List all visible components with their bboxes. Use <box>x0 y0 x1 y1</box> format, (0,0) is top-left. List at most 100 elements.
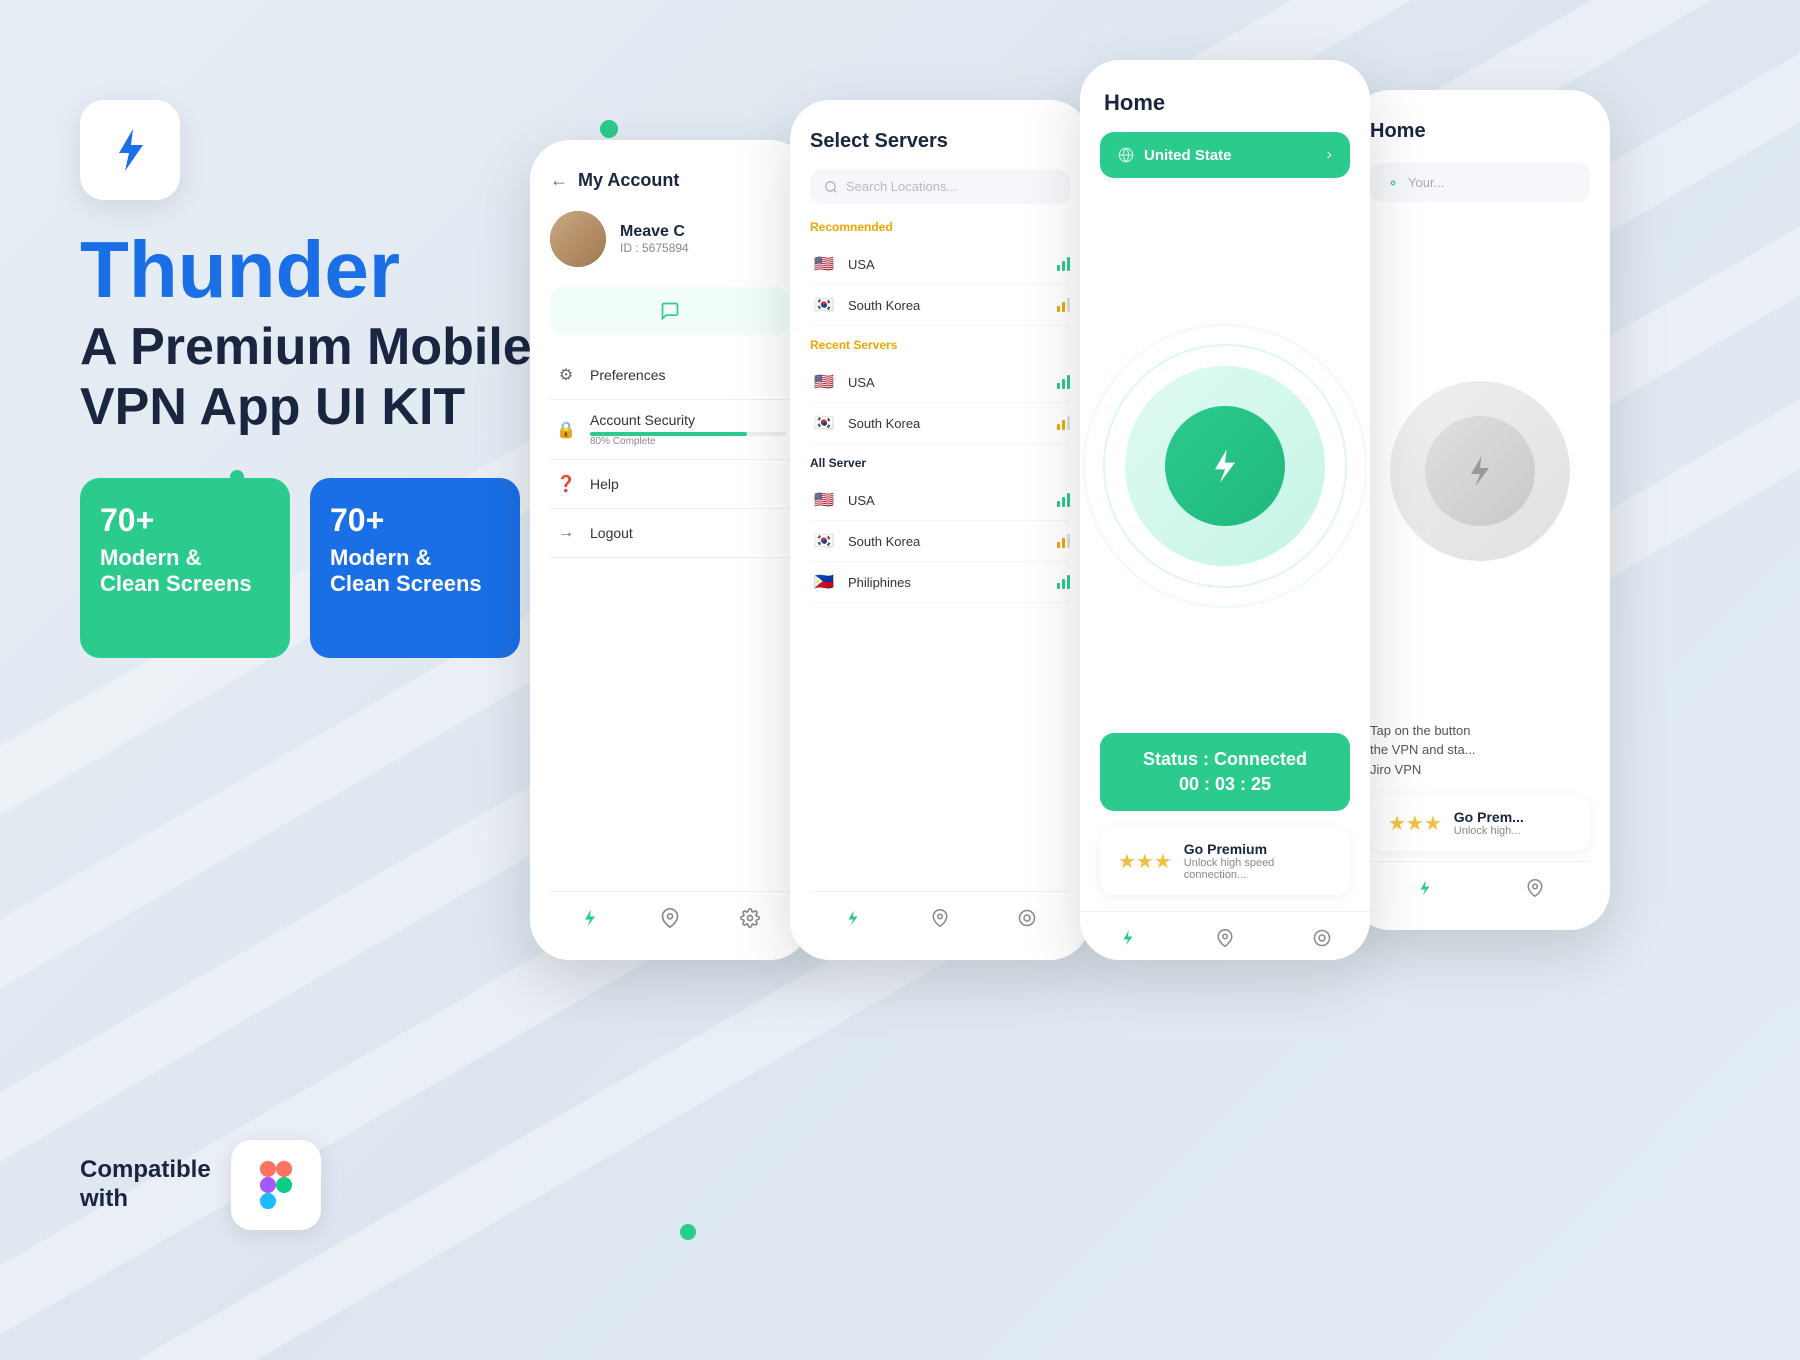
signal-high-4 <box>1057 575 1070 589</box>
server-philippines[interactable]: 🇵🇭 Philiphines <box>810 562 1070 603</box>
premium-info: Go Premium Unlock high speed connection.… <box>1184 841 1332 881</box>
compatible-label: Compatiblewith <box>80 1156 211 1214</box>
content-wrapper: Thunder A Premium MobileVPN App UI KIT 7… <box>0 0 1800 1360</box>
signal-medium-1 <box>1057 298 1070 312</box>
compatible-section: Compatiblewith <box>80 1140 321 1230</box>
nav-bolt-4[interactable] <box>1413 876 1437 900</box>
server-name-usa-2: USA <box>848 375 1047 390</box>
desc-text: Tap on the buttonthe VPN and sta...Jiro … <box>1370 721 1590 780</box>
outer-ring <box>1125 366 1325 566</box>
profile-info: Meave C ID : 5675894 <box>620 223 689 255</box>
phone-my-account: ← My Account Meave C ID : 5675894 <box>530 140 810 960</box>
go-premium-btn[interactable]: ★★★ Go Premium Unlock high speed connect… <box>1100 827 1350 895</box>
nav-settings-3[interactable] <box>1310 926 1334 950</box>
bolt-icon-nav4 <box>1416 879 1434 897</box>
help-label: Help <box>590 476 786 492</box>
app-title: Thunder <box>80 230 580 310</box>
location-bar[interactable]: United State › <box>1100 132 1350 178</box>
server-name-usa-1: USA <box>848 257 1047 272</box>
phone1-header: ← My Account <box>550 170 790 191</box>
ph-flag: 🇵🇭 <box>810 572 838 592</box>
go-premium-btn2[interactable]: ★★★ Go Prem... Unlock high... <box>1370 795 1590 851</box>
feature-card-green: 70+ Modern &Clean Screens <box>80 478 290 658</box>
figma-logo <box>251 1160 301 1210</box>
app-icon <box>80 100 180 200</box>
preferences-icon: ⚙ <box>554 363 578 387</box>
inner-circle2[interactable] <box>1425 416 1535 526</box>
phone-select-servers: Select Servers Search Locations... Recom… <box>790 100 1090 960</box>
phone1-nav <box>550 891 790 940</box>
phones-section: ← My Account Meave C ID : 5675894 <box>530 60 1800 960</box>
feature-text-1: Modern &Clean Screens <box>100 545 270 598</box>
search-bar: Search Locations... <box>810 169 1070 204</box>
premium-sub: Unlock high speed connection... <box>1184 857 1332 881</box>
inner-circle[interactable] <box>1165 406 1285 526</box>
bolt-icon-nav3 <box>1119 929 1137 947</box>
nav-bolt-2[interactable] <box>841 906 865 930</box>
vpn-visual2 <box>1370 222 1590 721</box>
menu-item-security[interactable]: 🔒 Account Security 80% Complete <box>550 400 790 460</box>
left-section: Thunder A Premium MobileVPN App UI KIT 7… <box>80 100 580 658</box>
nav-loc-2[interactable] <box>928 906 952 930</box>
phone-home-connected: Home United State › <box>1080 60 1370 960</box>
menu-item-logout[interactable]: → Logout <box>550 509 790 558</box>
nav-loc-4[interactable] <box>1523 876 1547 900</box>
recommended-label: Recomnended <box>810 220 1070 234</box>
usa-flag-3: 🇺🇸 <box>810 490 838 510</box>
search-icon <box>824 180 838 194</box>
back-button[interactable]: ← <box>550 170 568 191</box>
status-text: Status : Connected <box>1120 749 1330 770</box>
server-korea-recommended[interactable]: 🇰🇷 South Korea <box>810 285 1070 326</box>
security-icon: 🔒 <box>554 418 578 442</box>
phone2-title: Select Servers <box>810 130 1070 153</box>
preferences-label: Preferences <box>590 367 786 383</box>
progress-text: 80% Complete <box>590 436 786 447</box>
location-icon-nav3 <box>1216 929 1234 947</box>
nav-home-icon[interactable] <box>578 906 602 930</box>
korea-flag-3: 🇰🇷 <box>810 531 838 551</box>
location-icon-nav4 <box>1526 879 1544 897</box>
bolt-main-icon <box>1205 446 1245 486</box>
nav-loc-3[interactable] <box>1213 926 1237 950</box>
server-usa-recent[interactable]: 🇺🇸 USA <box>810 362 1070 403</box>
nav-location-icon[interactable] <box>658 906 682 930</box>
premium-stars: ★★★ <box>1118 849 1172 874</box>
server-name-korea-1: South Korea <box>848 298 1047 313</box>
phone3-title: Home <box>1080 60 1370 132</box>
usa-flag-1: 🇺🇸 <box>810 254 838 274</box>
nav-settings-icon[interactable] <box>738 906 762 930</box>
server-korea-all[interactable]: 🇰🇷 South Korea <box>810 521 1070 562</box>
bolt-icon-svg <box>105 125 155 175</box>
location-text: United State <box>1144 147 1317 164</box>
security-label: Account Security <box>590 412 786 428</box>
search-placeholder: Search Locations... <box>846 179 957 194</box>
message-button[interactable] <box>550 287 790 335</box>
server-usa-recommended[interactable]: 🇺🇸 USA <box>810 244 1070 285</box>
globe-icon <box>1118 147 1134 163</box>
phone3-nav <box>1080 911 1370 960</box>
feature-cards: 70+ Modern &Clean Screens 70+ Modern &Cl… <box>80 478 580 658</box>
settings-icon-nav3 <box>1313 929 1331 947</box>
chevron-right: › <box>1327 146 1332 164</box>
menu-item-preferences[interactable]: ⚙ Preferences <box>550 351 790 400</box>
app-subtitle: A Premium MobileVPN App UI KIT <box>80 318 580 438</box>
vpn-visual <box>1080 198 1370 733</box>
timer-text: 00 : 03 : 25 <box>1120 774 1330 795</box>
bolt-icon-nav2 <box>844 909 862 927</box>
figma-icon-box <box>231 1140 321 1230</box>
server-usa-all[interactable]: 🇺🇸 USA <box>810 480 1070 521</box>
premium-stars2: ★★★ <box>1388 811 1442 836</box>
message-icon <box>660 301 680 321</box>
profile-id: ID : 5675894 <box>620 241 689 255</box>
server-korea-recent[interactable]: 🇰🇷 South Korea <box>810 403 1070 444</box>
nav-settings-2[interactable] <box>1015 906 1039 930</box>
menu-item-help[interactable]: ❓ Help <box>550 460 790 509</box>
location-pin-icon <box>1386 176 1400 190</box>
profile-name: Meave C <box>620 223 689 241</box>
korea-flag-1: 🇰🇷 <box>810 295 838 315</box>
avatar-image <box>550 211 606 267</box>
location-icon-nav2 <box>931 909 949 927</box>
location-nav <box>660 908 680 928</box>
nav-bolt-3[interactable] <box>1116 926 1140 950</box>
help-icon: ❓ <box>554 472 578 496</box>
